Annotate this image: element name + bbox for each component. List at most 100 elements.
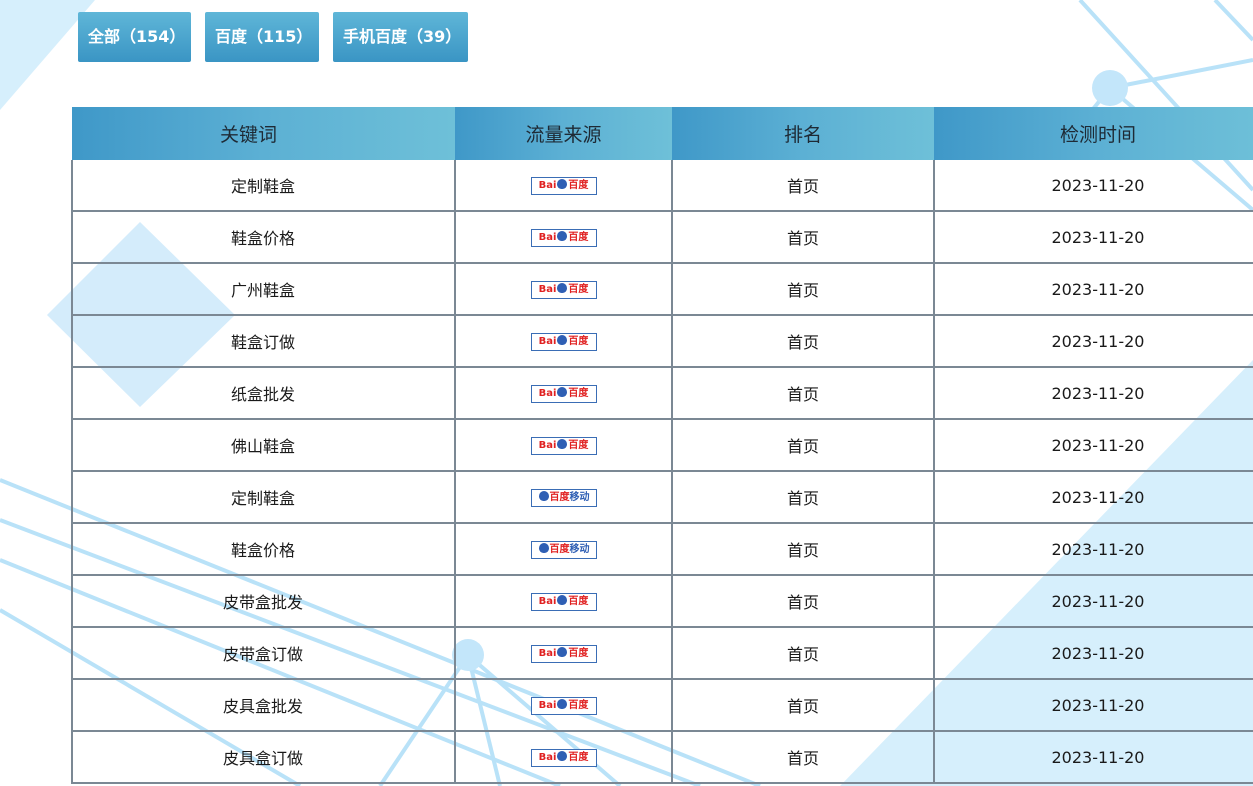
badge-text: Bai: [538, 699, 557, 711]
tab-baidu[interactable]: 百度（115）: [205, 12, 319, 62]
keyword-cell: 定制鞋盒: [71, 471, 456, 524]
keyword-cell: 皮具盒订做: [71, 731, 456, 784]
badge-text: 百度: [568, 751, 589, 763]
paw-icon: [557, 438, 568, 449]
table-row: 鞋盒价格 百度移动 首页 2023-11-20: [71, 523, 1253, 576]
keyword-text: 纸盒批发: [230, 385, 295, 404]
traffic-source-cell: Bai 百度: [454, 315, 673, 368]
badge-text: Bai: [538, 439, 557, 451]
keyword-text: 定制鞋盒: [230, 489, 295, 508]
badge-text: 百度: [568, 595, 589, 607]
keyword-text: 定制鞋盒: [230, 177, 295, 196]
rank-cell: 首页: [671, 419, 935, 472]
paw-icon: [538, 490, 549, 501]
check-date-cell: 2023-11-20: [933, 523, 1253, 576]
tab-mobile-baidu[interactable]: 手机百度（39）: [333, 12, 468, 62]
table-body: 定制鞋盒 Bai 百度 首页 2023-11-20 鞋盒价格 Bai 百度 首页 2023-11-…: [71, 160, 1253, 784]
paw-icon: [557, 178, 568, 189]
baidu-logo-icon: Bai 百度: [530, 592, 597, 611]
check-date-cell: 2023-11-20: [933, 419, 1253, 472]
traffic-source-cell: Bai 百度: [454, 731, 673, 784]
traffic-source-cell: 百度移动: [454, 523, 673, 576]
keyword-text: 皮带盒订做: [222, 645, 303, 664]
keyword-cell: 皮带盒批发: [71, 575, 456, 628]
traffic-source-cell: Bai 百度: [454, 419, 673, 472]
badge-text: Bai: [538, 231, 557, 243]
keyword-text: 皮具盒订做: [222, 749, 303, 768]
badge-text: 百度: [568, 335, 589, 347]
keyword-text: 鞋盒价格: [230, 541, 295, 560]
baidu-logo-icon: Bai 百度: [530, 176, 597, 195]
traffic-source-cell: Bai 百度: [454, 679, 673, 732]
baidu-logo-icon: Bai 百度: [530, 696, 597, 715]
rank-cell: 首页: [671, 523, 935, 576]
baidu-logo-icon: Bai 百度: [530, 228, 597, 247]
rank-cell: 首页: [671, 211, 935, 264]
badge-text: 百度: [568, 647, 589, 659]
paw-icon: [538, 542, 549, 553]
keyword-text: 鞋盒价格: [230, 229, 295, 248]
paw-icon: [557, 646, 568, 657]
keyword-cell: 纸盒批发: [71, 367, 456, 420]
table-row: 皮带盒订做 Bai 百度 首页 2023-11-20: [71, 627, 1253, 680]
keyword-cell: 广州鞋盒: [71, 263, 456, 316]
baidu-logo-icon: Bai 百度: [530, 332, 597, 351]
table-row: 鞋盒订做 Bai 百度 首页 2023-11-20: [71, 315, 1253, 368]
traffic-source-cell: Bai 百度: [454, 211, 673, 264]
keyword-cell: 皮带盒订做: [71, 627, 456, 680]
traffic-source-cell: Bai 百度: [454, 263, 673, 316]
rank-cell: 首页: [671, 263, 935, 316]
keyword-cell: 定制鞋盒: [71, 160, 456, 212]
keyword-text: 皮具盒批发: [222, 697, 303, 716]
traffic-source-cell: Bai 百度: [454, 575, 673, 628]
keyword-text: 皮带盒批发: [222, 593, 303, 612]
check-date-cell: 2023-11-20: [933, 263, 1253, 316]
baidu-logo-icon: Bai 百度: [530, 436, 597, 455]
badge-text: Bai: [538, 179, 557, 191]
keyword-text: 鞋盒订做: [230, 333, 295, 352]
table-row: 佛山鞋盒 Bai 百度 首页 2023-11-20: [71, 419, 1253, 472]
badge-text: 百度: [568, 699, 589, 711]
keyword-text: 佛山鞋盒: [230, 437, 295, 456]
table-row: 皮具盒订做 Bai 百度 首页 2023-11-20: [71, 731, 1253, 784]
table-header: 关键词 流量来源 排名 检测时间: [72, 107, 1253, 160]
rank-cell: 首页: [671, 575, 935, 628]
header-keyword: 关键词: [72, 107, 455, 160]
paw-icon: [557, 230, 568, 241]
check-date-cell: 2023-11-20: [933, 731, 1253, 784]
keyword-cell: 佛山鞋盒: [71, 419, 456, 472]
badge-text: Bai: [538, 387, 557, 399]
badge-text: 移动: [569, 491, 590, 503]
badge-text: 移动: [569, 543, 590, 555]
check-date-cell: 2023-11-20: [933, 679, 1253, 732]
traffic-source-cell: Bai 百度: [454, 367, 673, 420]
keyword-cell: 鞋盒价格: [71, 523, 456, 576]
table-row: 广州鞋盒 Bai 百度 首页 2023-11-20: [71, 263, 1253, 316]
paw-icon: [557, 282, 568, 293]
paw-icon: [557, 750, 568, 761]
baidu-logo-icon: Bai 百度: [530, 748, 597, 767]
badge-text: Bai: [538, 335, 557, 347]
check-date-cell: 2023-11-20: [933, 575, 1253, 628]
keyword-ranking-table: 关键词 流量来源 排名 检测时间 定制鞋盒 Bai 百度 首页 2023-11-20 鞋盒…: [71, 107, 1253, 784]
table-row: 定制鞋盒 Bai 百度 首页 2023-11-20: [71, 160, 1253, 212]
baidu-logo-icon: Bai 百度: [530, 384, 597, 403]
baidu-logo-icon: Bai 百度: [530, 644, 597, 663]
rank-cell: 首页: [671, 160, 935, 212]
source-filter-tabs: 全部（154） 百度（115） 手机百度（39）: [78, 12, 468, 62]
check-date-cell: 2023-11-20: [933, 211, 1253, 264]
badge-text: Bai: [538, 283, 557, 295]
table-row: 定制鞋盒 百度移动 首页 2023-11-20: [71, 471, 1253, 524]
baidu-logo-icon: Bai 百度: [530, 280, 597, 299]
header-rank: 排名: [672, 107, 934, 160]
rank-cell: 首页: [671, 731, 935, 784]
tab-all[interactable]: 全部（154）: [78, 12, 191, 62]
check-date-cell: 2023-11-20: [933, 471, 1253, 524]
badge-text: Bai: [538, 647, 557, 659]
header-traffic-source: 流量来源: [455, 107, 672, 160]
check-date-cell: 2023-11-20: [933, 627, 1253, 680]
badge-text: Bai: [538, 751, 557, 763]
check-date-cell: 2023-11-20: [933, 315, 1253, 368]
baidu-mobile-logo-icon: 百度移动: [530, 540, 597, 559]
rank-cell: 首页: [671, 471, 935, 524]
